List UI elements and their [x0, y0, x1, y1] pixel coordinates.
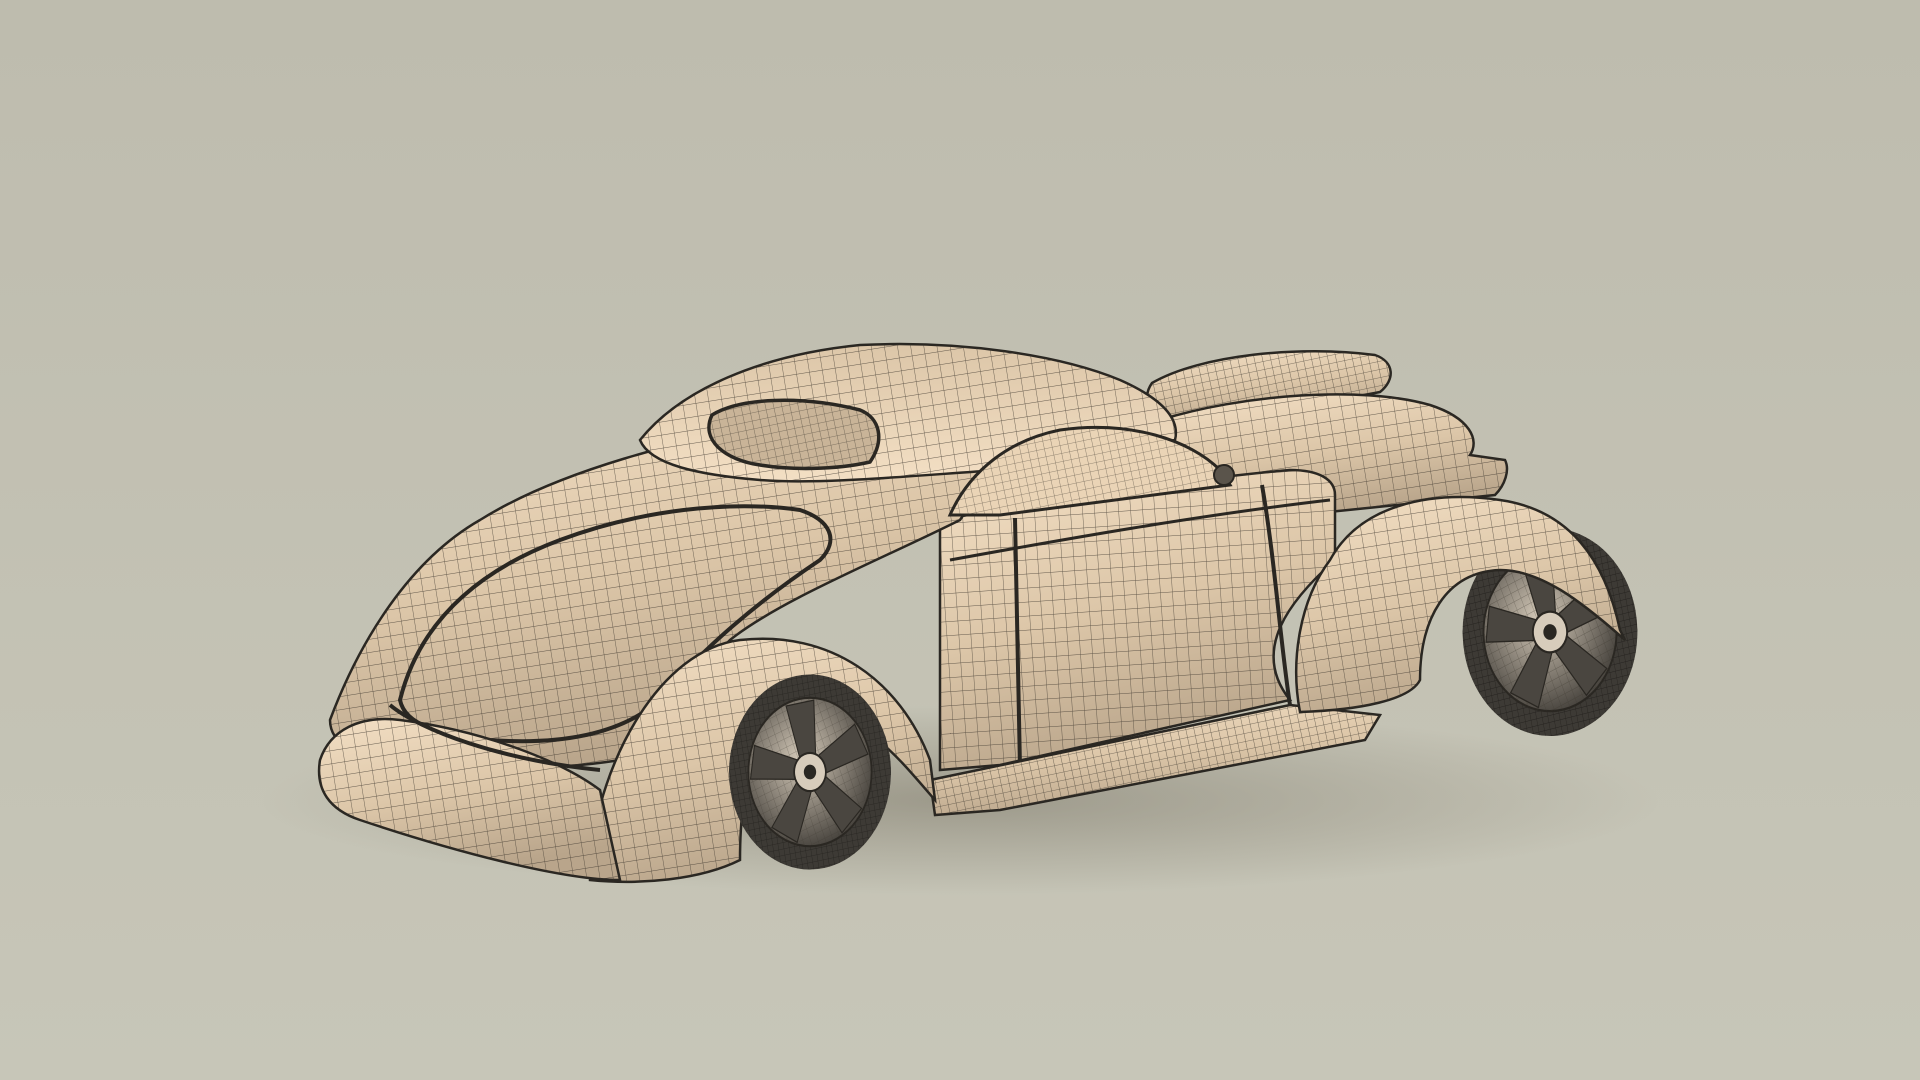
- rear-window: [707, 398, 881, 471]
- render-viewport: [0, 0, 1920, 1080]
- car-render: [0, 0, 1920, 1080]
